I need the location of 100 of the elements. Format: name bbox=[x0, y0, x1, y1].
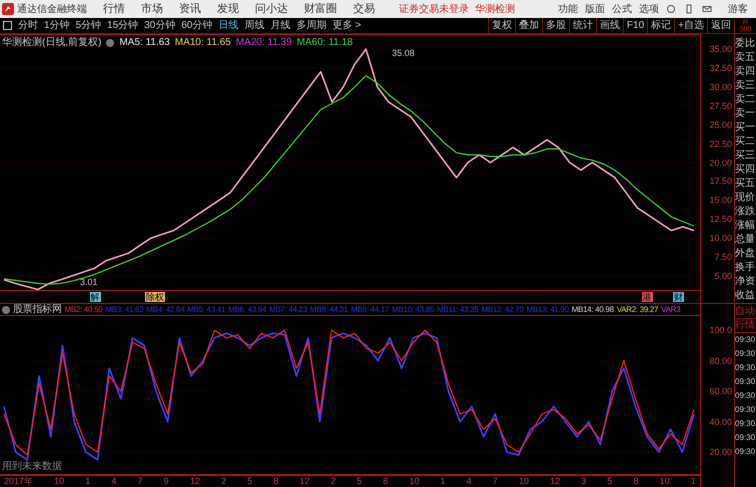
indicator-tick: 20.00 bbox=[708, 447, 732, 458]
period-tab[interactable]: 周线 bbox=[244, 18, 264, 33]
date-tick: 5 bbox=[247, 474, 252, 487]
indicator-title: 股票指标网 bbox=[13, 302, 62, 317]
tool-button[interactable]: 画线 bbox=[596, 18, 623, 33]
indicator-value: MB13: 41.90 bbox=[526, 304, 569, 316]
date-tick: 9 bbox=[164, 474, 169, 487]
period-tab[interactable]: 多周期 bbox=[296, 18, 326, 33]
period-tab[interactable]: 1分钟 bbox=[44, 18, 70, 33]
side-tab[interactable]: 自动 bbox=[735, 305, 756, 319]
quote-label: 现价 bbox=[735, 191, 756, 205]
menu-item[interactable]: 版面 bbox=[585, 2, 605, 16]
app-title: 通达信金融终端 bbox=[17, 2, 87, 16]
menu-item[interactable]: 交易 bbox=[353, 0, 375, 18]
menu-item[interactable]: 财富圈 bbox=[304, 0, 337, 18]
date-tick: 10 bbox=[409, 474, 420, 487]
indicator-value: MB8: 44.31 bbox=[310, 304, 348, 316]
ma-value: MA10: 11.65 bbox=[174, 36, 231, 50]
time-label: 09:30 bbox=[735, 404, 756, 416]
quote-label: 卖二 bbox=[735, 93, 756, 107]
menu-item[interactable]: 功能 bbox=[558, 2, 578, 16]
quote-label: 卖一 bbox=[735, 107, 756, 121]
logo-icon bbox=[2, 3, 14, 15]
date-tick: 10 bbox=[518, 474, 529, 487]
event-badge[interactable]: 除权 bbox=[144, 292, 165, 302]
event-badge[interactable]: 港 bbox=[642, 292, 653, 302]
menu-item[interactable]: 发现 bbox=[217, 0, 239, 18]
tool-button[interactable]: 复权 bbox=[488, 18, 515, 33]
period-tab[interactable]: 日线 bbox=[218, 18, 238, 33]
quote-label: 涨幅 bbox=[735, 219, 756, 233]
indicator-value: MB4: 42.84 bbox=[146, 304, 184, 316]
quote-label: 卖四 bbox=[735, 65, 756, 79]
indicator-value: MB12: 42.70 bbox=[481, 304, 524, 316]
period-tab[interactable]: 更多 > bbox=[332, 18, 362, 33]
date-tick: 2017年 bbox=[4, 474, 34, 487]
menu-item[interactable]: 公式 bbox=[612, 2, 632, 16]
event-badge[interactable]: 解 bbox=[90, 292, 101, 302]
time-label: 09:30 bbox=[735, 432, 756, 444]
tool-button[interactable]: 统计 bbox=[568, 18, 596, 33]
indicator-value: MB10: 43.85 bbox=[392, 304, 434, 316]
period-tab[interactable]: 60分钟 bbox=[181, 18, 212, 33]
period-tab[interactable]: 15分钟 bbox=[107, 18, 138, 33]
mail-icon[interactable] bbox=[702, 4, 712, 14]
period-tab[interactable]: 5分钟 bbox=[76, 18, 102, 33]
period-tab[interactable]: 30分钟 bbox=[144, 18, 176, 33]
price-tick: 27.50 bbox=[708, 100, 732, 111]
side-tab[interactable]: 行情 bbox=[735, 319, 756, 333]
time-label: 09:30 bbox=[735, 446, 756, 458]
indicator-value: MB2: 40.50 bbox=[64, 304, 102, 316]
date-tick: 3 bbox=[581, 474, 586, 487]
period-tab[interactable]: 月线 bbox=[270, 18, 290, 33]
tool-button[interactable]: 标记 bbox=[647, 18, 674, 33]
price-tick: 25.00 bbox=[708, 120, 732, 130]
quote-label: 换手 bbox=[735, 261, 756, 275]
date-tick: 8 bbox=[273, 474, 278, 487]
quote-label: 委比 bbox=[735, 37, 756, 51]
time-label: 09:30 bbox=[735, 418, 756, 430]
indicator-value: MB7: 44.23 bbox=[269, 304, 308, 316]
ma-value: MA5: 11.63 bbox=[119, 36, 170, 50]
indicator-tick: 60.00 bbox=[708, 386, 732, 396]
tool-button[interactable]: 多股 bbox=[542, 18, 569, 33]
menu-item[interactable]: 资讯 bbox=[179, 0, 201, 18]
menu-item[interactable]: 选项 bbox=[639, 2, 659, 16]
notice-link[interactable]: 证券交易未登录 bbox=[399, 2, 469, 16]
time-label: 09:30 bbox=[735, 334, 756, 346]
notice-link[interactable]: 华测检测 bbox=[475, 2, 515, 16]
tool-button[interactable]: +自选 bbox=[674, 18, 707, 33]
price-tick: 20.00 bbox=[708, 158, 732, 168]
tool-button[interactable]: 返回 bbox=[707, 18, 734, 33]
date-tick: 12 bbox=[190, 474, 200, 487]
price-tick: 12.50 bbox=[708, 214, 732, 224]
price-tick: 35.00 bbox=[708, 44, 732, 54]
time-label: 09:30 bbox=[735, 376, 756, 388]
menu-item[interactable]: 市场 bbox=[141, 0, 163, 18]
indicator-value: MB9: 44.17 bbox=[350, 304, 389, 316]
event-badge[interactable]: 财 bbox=[672, 292, 684, 302]
indicator-tick: 40.00 bbox=[708, 416, 732, 427]
menu-item[interactable]: 行情 bbox=[103, 0, 125, 18]
tool-button[interactable]: 叠加 bbox=[514, 18, 542, 33]
time-label: 09:30 bbox=[735, 348, 756, 360]
date-tick: 1 bbox=[85, 474, 90, 487]
period-tab[interactable]: 分时 bbox=[18, 18, 38, 33]
indicator-value: MB3: 41.63 bbox=[105, 304, 144, 316]
panel-toggle-icon[interactable] bbox=[3, 21, 12, 30]
indicator-value: MB5: 43.41 bbox=[187, 304, 226, 316]
date-tick: 1 bbox=[440, 474, 446, 487]
warning-note: 用到未来数据 bbox=[2, 460, 62, 474]
date-tick: 10 bbox=[660, 474, 670, 487]
date-tick: 5 bbox=[356, 474, 362, 487]
price-tick: 7.50 bbox=[713, 252, 732, 262]
date-tick: 8 bbox=[633, 474, 638, 487]
phone-icon[interactable] bbox=[684, 4, 694, 14]
user-label[interactable]: 游客 bbox=[728, 2, 748, 16]
indicator-value: VAR2: 39.27 bbox=[616, 304, 658, 316]
quote-label: 外盘 bbox=[735, 247, 756, 261]
menu-item[interactable]: 问小达 bbox=[255, 0, 288, 18]
quote-label: 买一 bbox=[735, 121, 756, 135]
date-tick: 5 bbox=[607, 474, 612, 487]
ma-value: MA20: 11.39 bbox=[236, 36, 292, 50]
tool-button[interactable]: F10 bbox=[622, 18, 648, 33]
